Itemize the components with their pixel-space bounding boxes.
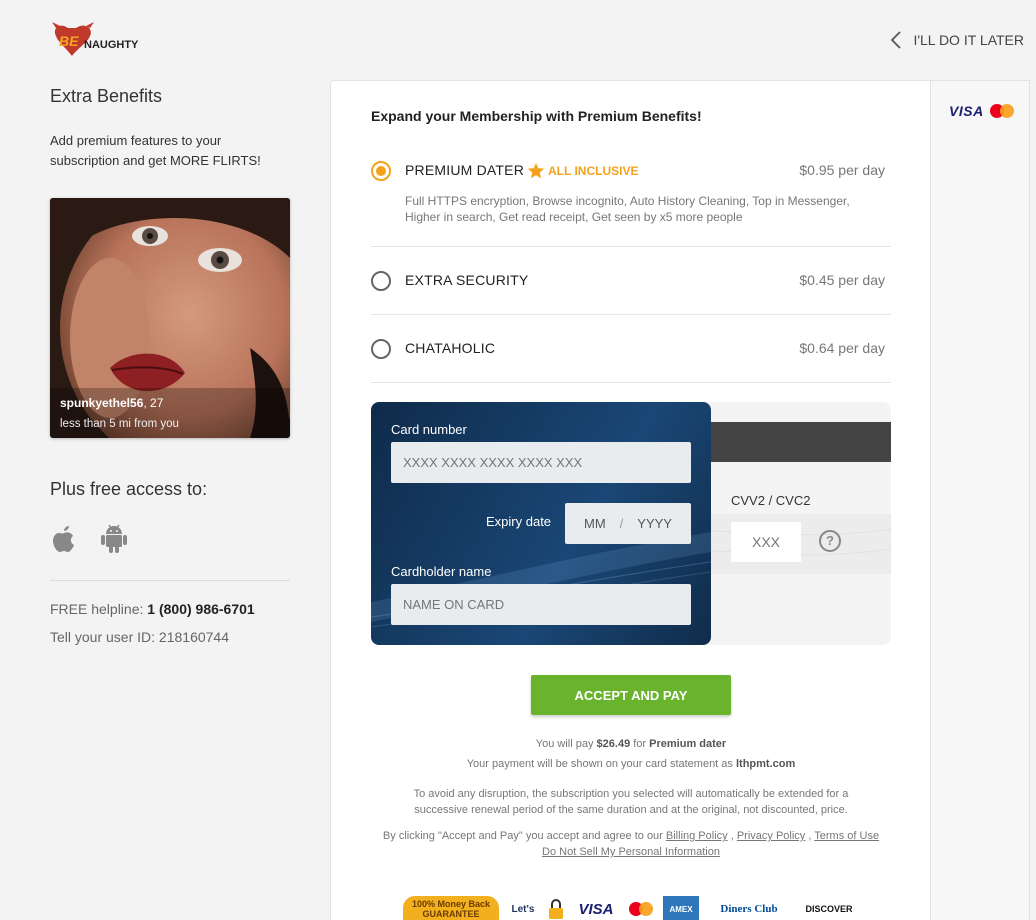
do-it-later-link[interactable]: I'LL DO IT LATER bbox=[889, 30, 1024, 50]
terms-notice: By clicking "Accept and Pay" you accept … bbox=[382, 830, 880, 858]
free-access-title: Plus free access to: bbox=[50, 479, 208, 499]
billing-policy-link[interactable]: Billing Policy bbox=[666, 830, 728, 842]
cardholder-name-label: Cardholder name bbox=[391, 564, 492, 579]
mastercard-logo bbox=[989, 104, 1014, 118]
plan-price: $0.45 per day bbox=[799, 272, 885, 288]
diners-club-logo: Diners Club bbox=[720, 903, 778, 915]
svg-text:NAUGHTY: NAUGHTY bbox=[84, 39, 139, 51]
expiry-date-input[interactable]: MM / YYYY bbox=[565, 503, 691, 544]
extra-benefits-title: Extra Benefits bbox=[50, 86, 163, 106]
money-back-guarantee-logo: 100% Money Back GUARANTEE bbox=[403, 896, 499, 920]
do-it-later-label: I'LL DO IT LATER bbox=[913, 32, 1024, 48]
extra-benefits-column: Extra Benefits Add premium features to y… bbox=[50, 80, 290, 645]
expiry-month[interactable]: MM bbox=[584, 516, 606, 531]
svg-text:BE: BE bbox=[59, 33, 79, 49]
visa-logo: VISA bbox=[578, 900, 614, 918]
plan-name: CHATAHOLIC bbox=[405, 340, 496, 356]
plan-description: Full HTTPS encryption, Browse incognito,… bbox=[405, 194, 850, 224]
card-number-input[interactable] bbox=[391, 442, 691, 483]
expiry-date-label: Expiry date bbox=[486, 514, 552, 529]
payment-summary: You will pay $26.49 for Premium dater Yo… bbox=[466, 738, 796, 770]
expiry-year[interactable]: YYYY bbox=[637, 516, 672, 531]
apple-icon[interactable] bbox=[50, 522, 78, 554]
profile-username: spunkyethel56, 27 bbox=[60, 396, 164, 410]
cvv-input[interactable] bbox=[731, 522, 801, 562]
plan-chataholic[interactable]: CHATAHOLIC $0.64 per day bbox=[371, 315, 891, 383]
plan-radio[interactable] bbox=[371, 339, 391, 359]
visa-mastercard-tab[interactable]: VISA bbox=[949, 103, 1014, 119]
renewal-notice: To avoid any disruption, the subscriptio… bbox=[413, 788, 849, 816]
card-number-label: Card number bbox=[391, 422, 467, 437]
benaughty-logo[interactable]: BE NAUGHTY bbox=[50, 22, 160, 62]
profile-distance: less than 5 mi from you bbox=[60, 418, 179, 430]
help-icon[interactable]: ? bbox=[819, 530, 841, 552]
star-icon bbox=[527, 162, 545, 179]
plan-name: EXTRA SECURITY bbox=[405, 272, 529, 288]
cardholder-name-input[interactable] bbox=[391, 584, 691, 625]
plan-price: $0.95 per day bbox=[799, 162, 885, 178]
divider bbox=[50, 580, 290, 581]
plan-premium-dater[interactable]: PREMIUM DATER ALL INCLUSIVE $0.95 per da… bbox=[371, 151, 891, 247]
terms-of-use-link[interactable]: Terms of Use bbox=[814, 830, 879, 842]
amex-logo: AMEX bbox=[663, 896, 699, 920]
visa-logo: VISA bbox=[949, 103, 984, 119]
accept-and-pay-button[interactable]: ACCEPT AND PAY bbox=[531, 675, 731, 715]
all-inclusive-badge: ALL INCLUSIVE bbox=[527, 162, 638, 179]
discover-logo: DISCOVER bbox=[805, 904, 853, 914]
cvv-label: CVV2 / CVC2 bbox=[731, 493, 811, 508]
profile-photo-card[interactable]: spunkyethel56, 27 less than 5 mi from yo… bbox=[50, 198, 290, 438]
plan-extra-security[interactable]: EXTRA SECURITY $0.45 per day bbox=[371, 247, 891, 315]
user-id-text: Tell your user ID: 218160744 bbox=[50, 629, 229, 645]
helpline: FREE helpline: 1 (800) 986-6701 bbox=[50, 601, 255, 617]
payment-panel: Expand your Membership with Premium Bene… bbox=[330, 80, 930, 920]
plan-name: PREMIUM DATER bbox=[405, 162, 525, 178]
letsencrypt-logo: Let's bbox=[511, 903, 535, 915]
do-not-sell-link[interactable]: Do Not Sell My Personal Information bbox=[542, 846, 720, 858]
expiry-separator: / bbox=[619, 516, 624, 531]
privacy-policy-link[interactable]: Privacy Policy bbox=[737, 830, 805, 842]
chevron-left-icon bbox=[891, 31, 902, 49]
trust-logos: 100% Money Back GUARANTEE Let's VISA AMEX… bbox=[403, 894, 863, 920]
plan-radio-selected[interactable] bbox=[371, 161, 391, 181]
plan-price: $0.64 per day bbox=[799, 340, 885, 356]
payment-method-sidebar: VISA bbox=[921, 80, 1030, 920]
ssl-lock-icon bbox=[547, 896, 565, 920]
extra-benefits-description: Add premium features to your subscriptio… bbox=[50, 133, 261, 168]
android-icon[interactable] bbox=[100, 522, 128, 554]
mastercard-logo bbox=[627, 896, 655, 920]
plan-radio[interactable] bbox=[371, 271, 391, 291]
card-front: Card number Expiry date MM / YYYY Cardho… bbox=[371, 402, 711, 645]
panel-title: Expand your Membership with Premium Bene… bbox=[371, 108, 702, 124]
